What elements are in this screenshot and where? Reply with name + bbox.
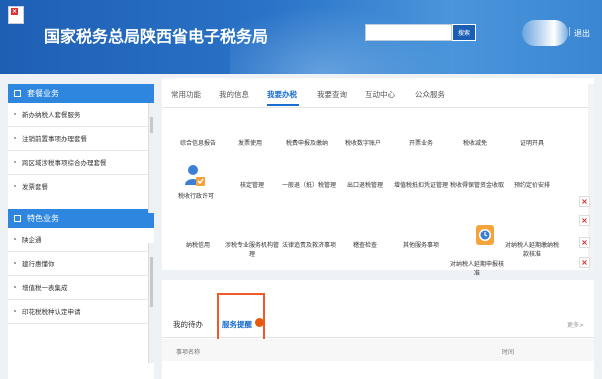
service-tile[interactable]: 对纳税人延期申报核准 bbox=[449, 260, 505, 278]
sidebar-section-package[interactable]: 套餐业务 bbox=[8, 84, 154, 103]
bullet-icon bbox=[14, 310, 16, 312]
column-header-name: 事项名称 bbox=[176, 349, 201, 356]
bullet-icon bbox=[14, 238, 16, 240]
tab-interaction[interactable]: 互动中心 bbox=[365, 89, 395, 100]
user-avatar[interactable] bbox=[522, 20, 568, 46]
service-tile[interactable]: 税费申报及缴纳 bbox=[279, 139, 335, 148]
service-tile[interactable]: 证明开具 bbox=[504, 139, 560, 148]
service-tile[interactable]: 税收减免 bbox=[447, 139, 503, 148]
tab-tax-handling[interactable]: 我要办税 bbox=[267, 89, 297, 100]
service-tile[interactable]: 纳税信用 bbox=[170, 241, 226, 250]
sidebar-item-label: 增值税一表集成 bbox=[22, 284, 68, 292]
bullet-icon bbox=[14, 286, 16, 288]
tab-bar: 常用功能 我的信息 我要办税 我要查询 互动中心 公众服务 bbox=[162, 78, 594, 108]
service-tile[interactable]: 其他服务事项 bbox=[393, 241, 449, 250]
sidebar-item[interactable]: 陕企通 bbox=[8, 228, 154, 252]
service-tile[interactable]: 发票使用 bbox=[222, 139, 278, 148]
sidebar-item-label: 印花税税种认定申请 bbox=[22, 308, 81, 316]
sidebar-item[interactable]: 新办纳税人套餐服务 bbox=[8, 103, 154, 127]
bullet-icon bbox=[14, 262, 16, 264]
service-tile[interactable]: 综合信息报告 bbox=[170, 139, 226, 148]
sidebar-item[interactable]: 建行惠懂你 bbox=[8, 252, 154, 276]
sidebar-item[interactable]: 注销前置事项办理套餐 bbox=[8, 127, 154, 151]
section-square-icon bbox=[14, 215, 21, 222]
sidebar-item[interactable]: 发票套餐 bbox=[8, 175, 154, 199]
sidebar: 套餐业务 新办纳税人套餐服务 注销前置事项办理套餐 跨区域涉税事项综合办理套餐 … bbox=[8, 84, 154, 379]
active-tab-indicator bbox=[267, 104, 299, 106]
sidebar-item[interactable]: 印花税税种认定申请 bbox=[8, 300, 154, 324]
service-tile[interactable]: 预约定价安排 bbox=[504, 181, 560, 190]
table-header: 事项名称 时间 bbox=[162, 339, 594, 361]
tab-common[interactable]: 常用功能 bbox=[171, 89, 201, 100]
tab-my-info[interactable]: 我的信息 bbox=[219, 89, 249, 100]
tab-query[interactable]: 我要查询 bbox=[317, 89, 347, 100]
bullet-icon bbox=[14, 185, 16, 187]
clock-calendar-icon bbox=[475, 224, 495, 246]
sidebar-item-label: 注销前置事项办理套餐 bbox=[22, 135, 87, 143]
sidebar-section-featured[interactable]: 特色业务 bbox=[8, 209, 154, 228]
search-input[interactable] bbox=[365, 24, 452, 41]
service-tile[interactable]: 税收得保管资金收取 bbox=[449, 181, 505, 190]
notice-tab-bar: 我的待办 服务提醒 更多> bbox=[162, 280, 594, 341]
top-banner: × 国家税务总局陕西省电子税务局 搜索 | 退出 bbox=[0, 0, 602, 74]
sidebar-item[interactable]: 跨区域涉税事项综合办理套餐 bbox=[8, 151, 154, 175]
sidebar-item-label: 陕企通 bbox=[22, 236, 42, 244]
close-icon[interactable]: × bbox=[579, 196, 590, 207]
tab-public-service[interactable]: 公众服务 bbox=[415, 89, 445, 100]
broken-logo-image: × bbox=[8, 6, 24, 24]
sidebar-scrollbar[interactable] bbox=[148, 103, 154, 213]
search-button[interactable]: 搜索 bbox=[452, 24, 476, 41]
service-tile[interactable]: 法律追责及救济事项 bbox=[281, 241, 337, 250]
service-tile[interactable]: 涉税专业服务机构管理 bbox=[224, 241, 280, 259]
service-tile[interactable]: 增值税抵扣凭证管理 bbox=[393, 181, 449, 190]
main-panel: 常用功能 我的信息 我要办税 我要查询 互动中心 公众服务 综合信息报告 发票使… bbox=[162, 78, 594, 277]
notice-panel: 我的待办 服务提醒 更多> 事项名称 时间 bbox=[162, 280, 594, 379]
service-tile[interactable]: 核定管理 bbox=[224, 181, 280, 190]
column-header-time: 时间 bbox=[502, 349, 515, 356]
close-icon[interactable]: × bbox=[579, 215, 590, 226]
service-tile[interactable]: 对纳税人延期缴纳税款核准 bbox=[504, 241, 560, 259]
service-tile[interactable]: 税收行政许可 bbox=[168, 192, 224, 201]
service-tile[interactable]: 税收数字账户 bbox=[335, 139, 391, 148]
sidebar-item-label: 跨区域涉税事项综合办理套餐 bbox=[22, 159, 107, 167]
close-icon[interactable]: × bbox=[579, 237, 590, 248]
sidebar-item-label: 新办纳税人套餐服务 bbox=[22, 111, 81, 119]
sidebar-item-label: 发票套餐 bbox=[22, 183, 48, 191]
service-tile[interactable]: 开票业务 bbox=[393, 139, 449, 148]
tab-my-todo[interactable]: 我的待办 bbox=[173, 319, 203, 330]
more-link[interactable]: 更多> bbox=[567, 320, 584, 329]
header-separator: | bbox=[568, 27, 572, 37]
service-tile[interactable]: 出口退税管理 bbox=[337, 181, 393, 190]
bullet-icon bbox=[14, 113, 16, 115]
bullet-icon bbox=[14, 161, 16, 163]
license-person-icon bbox=[184, 163, 206, 188]
logout-link[interactable]: 退出 bbox=[574, 28, 590, 39]
bullet-icon bbox=[14, 137, 16, 139]
service-tile[interactable]: 一般退（抵）税管理 bbox=[281, 181, 337, 190]
service-tile[interactable]: 稽查检查 bbox=[337, 241, 393, 250]
sidebar-item-label: 建行惠懂你 bbox=[22, 260, 55, 268]
section-square-icon bbox=[14, 90, 21, 97]
close-icon[interactable]: × bbox=[579, 257, 590, 268]
site-title: 国家税务总局陕西省电子税务局 bbox=[44, 27, 269, 46]
highlight-box bbox=[217, 293, 265, 341]
section-title: 套餐业务 bbox=[27, 89, 59, 98]
sidebar-scrollbar[interactable] bbox=[148, 243, 154, 363]
section-title: 特色业务 bbox=[27, 214, 59, 223]
sidebar-item[interactable]: 增值税一表集成 bbox=[8, 276, 154, 300]
